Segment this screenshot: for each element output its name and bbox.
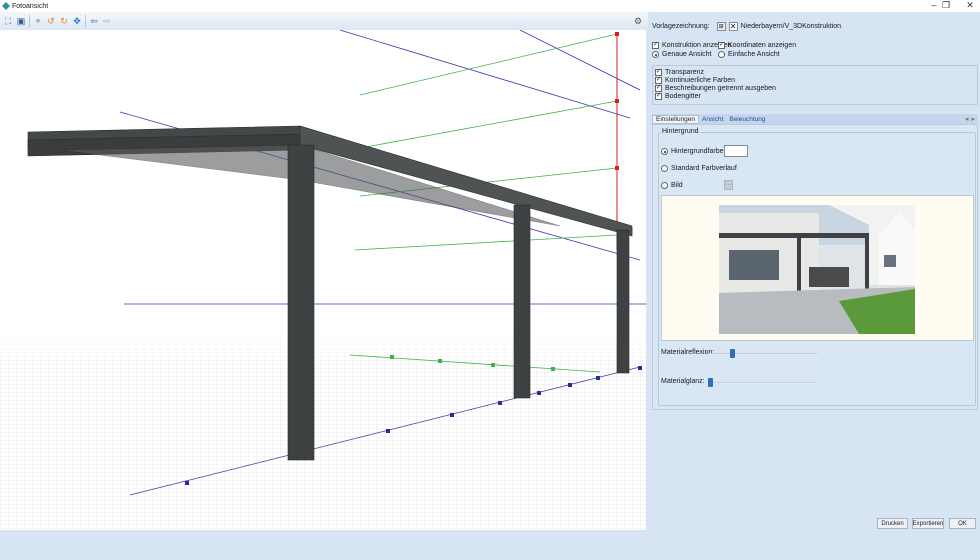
- preview-photo: [719, 205, 915, 334]
- ok-button[interactable]: OK: [949, 518, 976, 529]
- simple-view-radio[interactable]: [718, 51, 725, 58]
- bg-gradient-label: Standard Farbverlauf: [671, 165, 737, 172]
- separator: [29, 15, 30, 27]
- arrow-left-icon[interactable]: ⇦: [89, 16, 99, 26]
- rotate-left-icon[interactable]: ↺: [46, 16, 56, 26]
- arrow-right-icon[interactable]: ⇨: [102, 16, 112, 26]
- separate-descriptions-checkbox[interactable]: ✓: [655, 85, 662, 92]
- option-label: Beschreibungen getrennt ausgeben: [665, 85, 776, 92]
- material-reflection-slider[interactable]: [708, 349, 818, 359]
- simple-view-label: Einfache Ansicht: [728, 51, 780, 58]
- bg-color-radio[interactable]: [661, 148, 668, 155]
- tab-next-button[interactable]: ▸: [971, 115, 975, 123]
- 3d-viewport[interactable]: [0, 30, 646, 530]
- separator: [85, 15, 86, 27]
- title-bar: Fotoansicht – ❐ ✕: [0, 0, 980, 12]
- material-gloss-slider[interactable]: [708, 378, 818, 388]
- tab-prev-button[interactable]: ◂: [965, 115, 969, 123]
- toolbar: ⛶ ▣ ⌖ ↺ ↻ ✥ ⇦ ⇨ ⚙: [0, 12, 648, 30]
- bg-gradient-radio[interactable]: [661, 165, 668, 172]
- export-button[interactable]: Exportieren: [912, 518, 944, 529]
- tab-beleuchtung[interactable]: Beleuchtung: [726, 116, 768, 123]
- maximize-button[interactable]: ❐: [936, 0, 956, 11]
- close-button[interactable]: ✕: [960, 0, 980, 11]
- print-button[interactable]: Drucken: [877, 518, 908, 529]
- settings-panel: Vorlagezeichnung: ⊞ ✕ Niederbayern/V_3DK…: [648, 12, 980, 532]
- option-label: Transparenz: [665, 69, 705, 76]
- rotate-right-icon[interactable]: ↻: [59, 16, 69, 26]
- background-group-label: Hintergrund: [661, 128, 700, 135]
- show-coordinates-checkbox[interactable]: ✓: [718, 42, 725, 49]
- material-reflection-label: Materialreflexion:: [661, 349, 715, 356]
- window-title: Fotoansicht: [12, 2, 49, 10]
- template-value: Niederbayern/V_3DKonstruktion: [740, 23, 841, 30]
- zoom-fit-icon[interactable]: ⛶: [3, 16, 13, 26]
- clear-template-icon[interactable]: ✕: [728, 22, 738, 31]
- floor-grid-checkbox[interactable]: ✓: [655, 93, 662, 100]
- template-label: Vorlagezeichnung:: [652, 23, 710, 30]
- app-logo-icon: [2, 2, 10, 10]
- image-preview-frame: [661, 195, 974, 341]
- measure-icon[interactable]: ⌖: [33, 16, 43, 26]
- transparency-checkbox[interactable]: ✓: [655, 69, 662, 76]
- bg-image-radio[interactable]: [661, 182, 668, 189]
- bg-color-label: Hintergrundfarbe: [671, 148, 724, 155]
- tab-einstellungen[interactable]: Einstellungen: [652, 114, 700, 124]
- render-icon[interactable]: ▣: [16, 16, 26, 26]
- bg-color-swatch[interactable]: [724, 145, 748, 157]
- template-row: Vorlagezeichnung: ⊞ ✕ Niederbayern/V_3DK…: [652, 22, 841, 31]
- material-gloss-label: Materialglanz:: [661, 378, 705, 385]
- browse-image-button[interactable]: ...: [724, 180, 733, 190]
- bg-image-label: Bild: [671, 182, 683, 189]
- 3d-scene: [0, 30, 646, 530]
- option-label: Bodengitter: [665, 93, 701, 100]
- settings-icon[interactable]: ⚙: [633, 16, 643, 26]
- show-construction-checkbox[interactable]: ✓: [652, 42, 659, 49]
- exact-view-label: Genaue Ansicht: [662, 51, 712, 58]
- option-label: Kontinuierliche Farben: [665, 77, 736, 84]
- tab-ansicht[interactable]: Ansicht: [699, 116, 726, 123]
- move-icon[interactable]: ✥: [72, 16, 82, 26]
- continuous-colors-checkbox[interactable]: ✓: [655, 77, 662, 84]
- show-coordinates-label: Koordinaten anzeigen: [728, 42, 797, 49]
- pick-template-icon[interactable]: ⊞: [716, 22, 726, 31]
- exact-view-radio[interactable]: [652, 51, 659, 58]
- tab-bar: Einstellungen Ansicht Beleuchtung ◂ ▸: [652, 114, 978, 124]
